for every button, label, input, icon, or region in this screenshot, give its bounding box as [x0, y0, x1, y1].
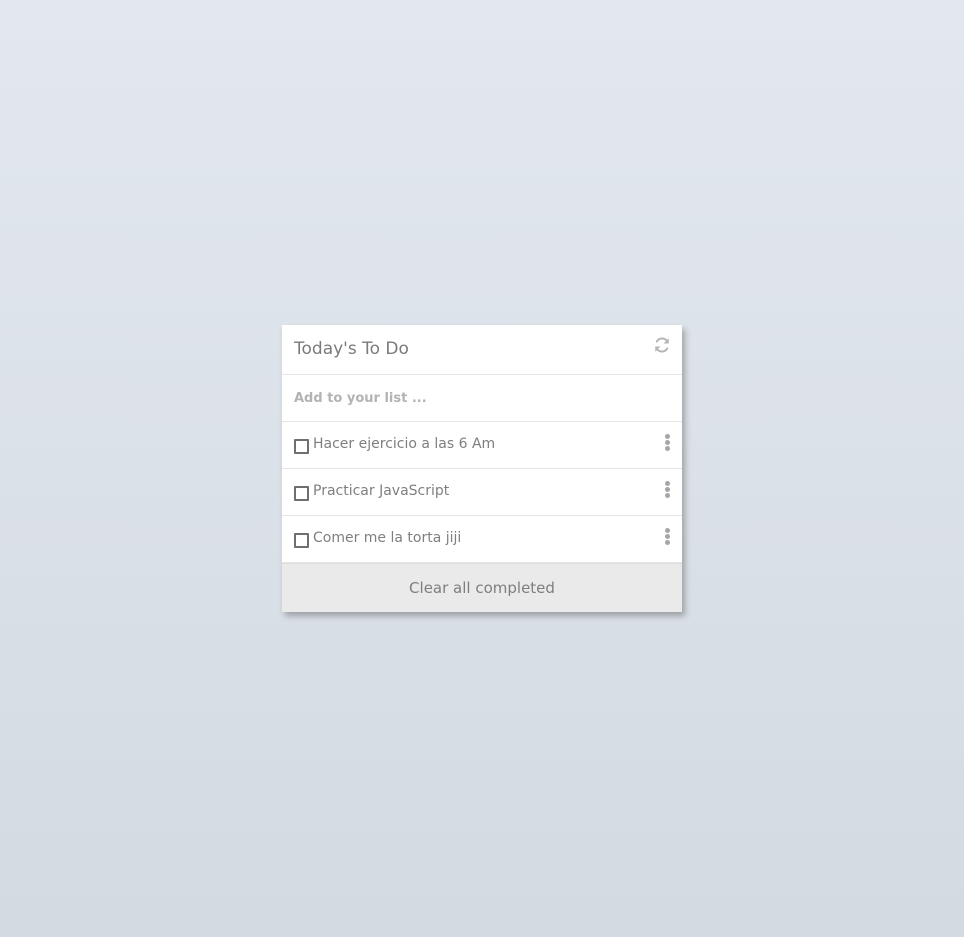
todo-item: Practicar JavaScript — [282, 469, 682, 516]
todo-header: Today's To Do — [282, 325, 682, 375]
clear-completed-button[interactable]: Clear all completed — [282, 563, 682, 612]
more-options-icon[interactable] — [663, 528, 671, 546]
todo-checkbox[interactable] — [294, 533, 309, 548]
more-options-icon[interactable] — [663, 434, 671, 452]
todo-title: Today's To Do — [294, 339, 409, 359]
todo-checkbox[interactable] — [294, 486, 309, 501]
todo-card: Today's To Do Hacer ejercicio a las 6 Am… — [282, 325, 682, 612]
todo-item: Hacer ejercicio a las 6 Am — [282, 422, 682, 469]
todo-item-label: Comer me la torta jiji — [313, 530, 462, 546]
todo-item-label: Hacer ejercicio a las 6 Am — [313, 436, 496, 452]
more-options-icon[interactable] — [663, 481, 671, 499]
add-item-input[interactable] — [294, 387, 664, 409]
clear-completed-label: Clear all completed — [409, 579, 555, 597]
todo-item-label: Practicar JavaScript — [313, 483, 450, 499]
refresh-icon[interactable] — [653, 336, 671, 354]
add-item-row — [282, 375, 682, 422]
todo-item: Comer me la torta jiji — [282, 516, 682, 563]
todo-checkbox[interactable] — [294, 439, 309, 454]
